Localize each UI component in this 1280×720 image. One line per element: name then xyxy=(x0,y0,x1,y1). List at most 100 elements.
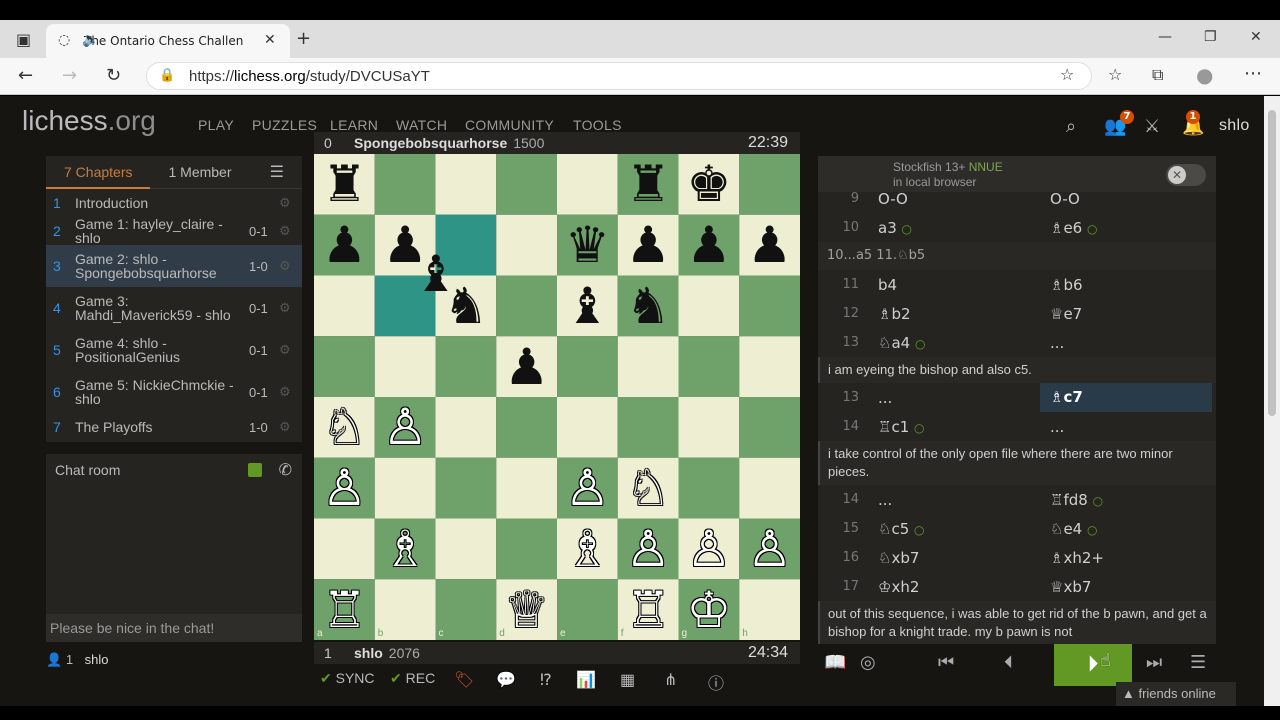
engine-toggle[interactable]: ✕ xyxy=(1166,164,1206,186)
square-e7[interactable] xyxy=(557,214,618,276)
square-b2[interactable] xyxy=(374,518,436,580)
variation-line[interactable]: 10...a5 11.♘b5 xyxy=(818,242,1216,270)
square-g7[interactable] xyxy=(678,214,740,276)
square-a1[interactable] xyxy=(314,579,375,640)
square-g6[interactable] xyxy=(678,275,740,337)
square-b1[interactable] xyxy=(374,579,436,640)
window-close-icon[interactable]: ✕ xyxy=(1250,30,1262,44)
next-move-button[interactable]: ⏵ xyxy=(1054,644,1132,686)
square-g8[interactable] xyxy=(678,154,740,215)
phone-icon[interactable]: ✆ xyxy=(279,460,292,480)
comment-icon[interactable]: 💬 xyxy=(496,670,516,690)
square-b7[interactable] xyxy=(374,214,436,276)
square-c3[interactable] xyxy=(435,457,497,519)
square-e2[interactable] xyxy=(557,518,618,580)
square-a3[interactable] xyxy=(314,457,375,519)
lock-icon[interactable]: 🔒 xyxy=(159,69,175,82)
square-d7[interactable] xyxy=(496,214,557,276)
square-b6[interactable] xyxy=(374,275,436,337)
gear-icon[interactable]: ⚙ xyxy=(279,342,291,358)
previous-move-icon[interactable]: ⏴ xyxy=(1004,652,1013,673)
page-scrollbar[interactable] xyxy=(1264,96,1280,706)
square-e8[interactable] xyxy=(557,154,618,215)
scrollbar-thumb[interactable] xyxy=(1268,110,1276,416)
white-move[interactable]: b4 xyxy=(868,276,1040,294)
target-icon[interactable]: ◎ xyxy=(860,652,876,673)
black-move[interactable]: O-O xyxy=(1040,190,1212,208)
square-d4[interactable] xyxy=(496,397,557,458)
collections-icon[interactable]: ⧉ xyxy=(1152,67,1163,83)
square-d3[interactable] xyxy=(496,457,557,519)
first-move-icon[interactable]: ⏮ xyxy=(938,652,954,673)
white-move[interactable]: ♘xb7 xyxy=(868,549,1040,567)
glyph-icon[interactable]: ⁉ xyxy=(540,670,552,690)
chapter-item[interactable]: 7 The Playoffs 1-0 ⚙ xyxy=(46,413,302,441)
top-player-name[interactable]: Spongebobsquarhorse xyxy=(354,135,507,151)
square-a2[interactable] xyxy=(314,518,375,580)
gear-icon[interactable]: ⚙ xyxy=(279,300,291,316)
black-move[interactable]: ♖fd8 ○ xyxy=(1040,491,1212,509)
square-g4[interactable] xyxy=(678,397,740,458)
square-e6[interactable] xyxy=(557,275,618,337)
chat-toggle[interactable] xyxy=(248,463,262,477)
black-move[interactable]: ♗b6 xyxy=(1040,276,1212,294)
white-move[interactable]: a3 ○ xyxy=(868,219,1040,237)
white-move[interactable]: ♘c5 ○ xyxy=(868,520,1040,538)
gear-icon[interactable]: ⚙ xyxy=(279,223,291,239)
square-c6[interactable] xyxy=(435,275,497,337)
square-d5[interactable] xyxy=(496,336,557,397)
nav-tools[interactable]: TOOLS xyxy=(573,117,622,133)
share-icon[interactable]: ⋔ xyxy=(664,670,677,690)
address-bar[interactable]: 🔒 https://lichess.org/study/DVCUSaYT xyxy=(146,62,1092,90)
square-c7[interactable] xyxy=(435,214,497,276)
square-b4[interactable] xyxy=(374,397,436,458)
tab-actions-icon[interactable]: ▣ xyxy=(16,32,31,48)
square-f8[interactable] xyxy=(617,154,679,215)
white-move[interactable]: ♖c1 ○ xyxy=(868,418,1040,436)
square-f3[interactable] xyxy=(617,457,679,519)
square-b3[interactable] xyxy=(374,457,436,519)
info-icon[interactable]: ⓘ xyxy=(708,670,724,694)
nav-watch[interactable]: WATCH xyxy=(396,117,447,133)
square-a5[interactable] xyxy=(314,336,375,397)
menu-dots-icon[interactable]: ⋯ xyxy=(1244,65,1262,83)
square-e3[interactable] xyxy=(557,457,618,519)
chapter-item[interactable]: 2 Game 1: hayley_claire - shlo 0-1 ⚙ xyxy=(46,217,302,245)
sync-toggle[interactable]: ✔ SYNC xyxy=(320,670,375,687)
square-f1[interactable] xyxy=(617,579,679,640)
nav-play[interactable]: PLAY xyxy=(198,117,234,133)
tab-chapters[interactable]: 7 Chapters xyxy=(46,156,151,189)
tab-members[interactable]: 1 Member xyxy=(150,156,249,189)
reload-icon[interactable]: ↻ xyxy=(106,67,121,85)
square-e5[interactable] xyxy=(557,336,618,397)
close-tab-icon[interactable]: ✕ xyxy=(264,33,276,47)
hamburger-icon[interactable]: ☰ xyxy=(270,162,302,182)
square-c5[interactable] xyxy=(435,336,497,397)
square-e1[interactable] xyxy=(557,579,618,640)
site-permissions-icon[interactable]: ☆ xyxy=(1060,67,1074,83)
rec-toggle[interactable]: ✔ REC xyxy=(390,670,435,687)
minimize-icon[interactable]: — xyxy=(1158,30,1172,44)
current-move[interactable]: ♗c7 xyxy=(1040,383,1212,412)
chat-title[interactable]: Chat room xyxy=(55,462,120,478)
tags-icon[interactable]: 🏷 xyxy=(454,670,474,690)
back-icon[interactable]: ← xyxy=(18,67,33,85)
restore-icon[interactable]: ❐ xyxy=(1204,30,1217,44)
white-move[interactable]: ♗b2 xyxy=(868,305,1040,323)
black-move[interactable]: ♗e6 ○ xyxy=(1040,219,1212,237)
book-icon[interactable]: 📖 xyxy=(824,652,846,673)
white-move[interactable]: ♘a4 ○ xyxy=(868,334,1040,352)
forward-icon[interactable]: → xyxy=(62,67,77,85)
nav-puzzles[interactable]: PUZZLES xyxy=(252,117,317,133)
last-move-icon[interactable]: ⏭ xyxy=(1146,652,1162,673)
search-icon[interactable]: ⌕ xyxy=(1066,116,1076,137)
square-c8[interactable] xyxy=(435,154,497,215)
favorites-icon[interactable]: ☆ xyxy=(1108,67,1122,83)
white-move[interactable]: O-O xyxy=(868,190,1040,208)
square-d6[interactable] xyxy=(496,275,557,337)
square-a8[interactable] xyxy=(314,154,375,215)
black-move[interactable]: ♗xh2+ xyxy=(1040,549,1212,567)
black-move[interactable]: ♕e7 xyxy=(1040,305,1212,323)
profile-avatar-icon[interactable]: ● xyxy=(1196,65,1213,85)
site-logo[interactable]: lichess.org xyxy=(22,105,156,137)
